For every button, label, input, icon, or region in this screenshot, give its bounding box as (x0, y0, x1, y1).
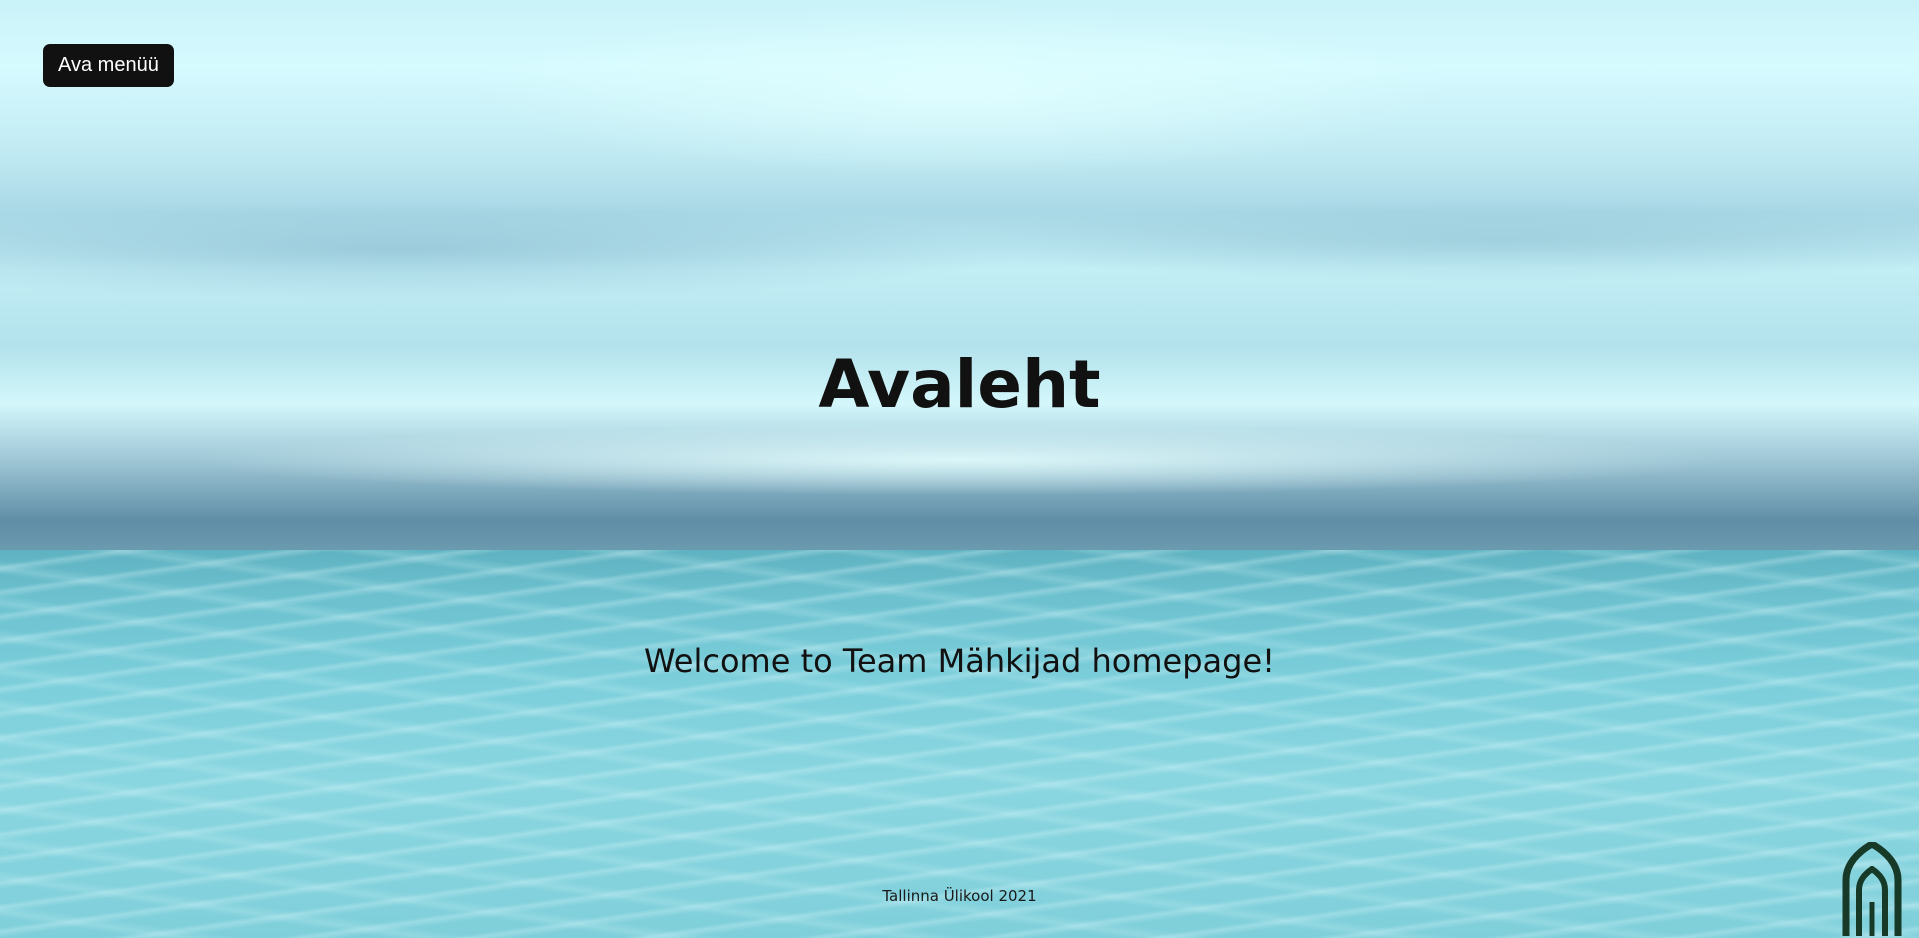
page-title: Avaleht (818, 346, 1101, 423)
open-menu-button[interactable]: Ava menüü (43, 44, 174, 87)
tallinn-university-arch-logo-icon (1842, 842, 1902, 936)
sea-background (0, 550, 1919, 938)
sky-background (0, 0, 1919, 560)
ocean-background-image (0, 0, 1919, 938)
welcome-text: Welcome to Team Mähkijad homepage! (644, 642, 1275, 680)
footer-copyright: Tallinna Ülikool 2021 (882, 887, 1037, 905)
